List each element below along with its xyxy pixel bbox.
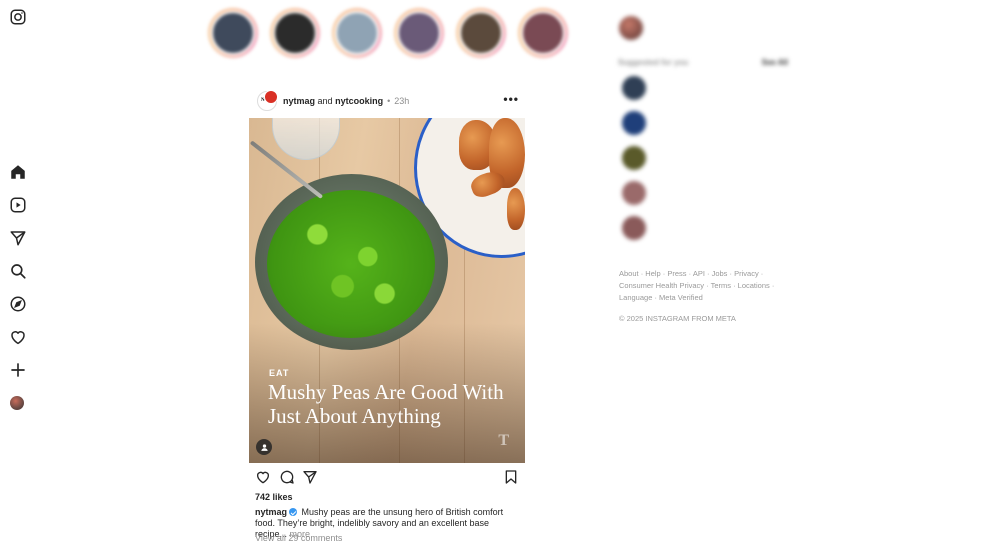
- story-item[interactable]: [517, 8, 568, 74]
- post-author-avatar[interactable]: NYT: [257, 90, 278, 111]
- story-avatar: [458, 11, 503, 55]
- like-count[interactable]: 742 likes: [255, 492, 293, 502]
- copyright-text: © 2025 INSTAGRAM FROM META: [619, 314, 736, 323]
- post-author-secondary[interactable]: nytcooking: [335, 96, 383, 106]
- suggestion-row: [618, 144, 794, 179]
- story-avatar: [272, 11, 317, 55]
- footer-link-consumer-health-privacy[interactable]: Consumer Health Privacy: [619, 281, 704, 290]
- post-author-primary[interactable]: nytmag: [283, 96, 315, 106]
- suggestion-avatar[interactable]: [622, 216, 646, 240]
- suggestions-title: Suggested for you: [618, 58, 689, 67]
- footer-link-terms[interactable]: Terms: [711, 281, 731, 290]
- suggestion-avatar[interactable]: [622, 111, 646, 135]
- home-icon[interactable]: [9, 163, 27, 181]
- story-avatar: [396, 11, 441, 55]
- create-icon[interactable]: [9, 361, 27, 379]
- post-actions: [255, 469, 519, 487]
- footer-link-locations[interactable]: Locations: [738, 281, 770, 290]
- user-tag-icon[interactable]: [256, 439, 272, 455]
- image-kicker: EAT: [269, 368, 290, 378]
- post-image[interactable]: EAT Mushy Peas Are Good With Just About …: [249, 118, 525, 463]
- post-timestamp[interactable]: 23h: [394, 96, 409, 106]
- suggestion-row: [618, 109, 794, 144]
- explore-icon[interactable]: [9, 295, 27, 313]
- story-item[interactable]: [393, 8, 444, 74]
- suggestions-list: [618, 74, 794, 249]
- search-icon[interactable]: [9, 262, 27, 280]
- stories-row: [207, 8, 568, 74]
- post-separator: •: [387, 96, 391, 106]
- save-icon[interactable]: [503, 469, 519, 485]
- reels-icon[interactable]: [9, 196, 27, 214]
- notifications-icon[interactable]: [9, 328, 27, 346]
- suggestion-avatar[interactable]: [622, 181, 646, 205]
- more-options-icon[interactable]: •••: [503, 92, 519, 106]
- suggestion-row: [618, 179, 794, 214]
- view-comments-link[interactable]: View all 29 comments: [255, 533, 342, 543]
- messages-icon[interactable]: [9, 229, 27, 247]
- mushy-peas-illustration: [267, 190, 435, 338]
- story-avatar: [334, 11, 379, 55]
- footer-links: About · Help · Press · API · Jobs · Priv…: [619, 269, 775, 302]
- footer-link-jobs[interactable]: Jobs: [712, 269, 728, 278]
- verified-badge-icon: [289, 508, 298, 516]
- post-authors: nytmag and nytcooking: [283, 96, 383, 106]
- current-user-row: [618, 14, 794, 44]
- story-item[interactable]: [455, 8, 506, 74]
- post-header: NYT nytmag and nytcooking • 23h •••: [257, 90, 525, 112]
- comment-icon[interactable]: [279, 469, 295, 485]
- footer-link-api[interactable]: API: [693, 269, 705, 278]
- suggestion-row: [618, 74, 794, 109]
- story-item[interactable]: [331, 8, 382, 74]
- image-headline: Mushy Peas Are Good With Just About Anyt…: [268, 380, 504, 428]
- footer-link-language[interactable]: Language: [619, 293, 652, 302]
- post-author-joiner: and: [317, 96, 333, 106]
- footer-link-press[interactable]: Press: [667, 269, 686, 278]
- suggestion-avatar[interactable]: [622, 146, 646, 170]
- share-icon[interactable]: [302, 469, 318, 485]
- story-avatar: [520, 11, 565, 55]
- right-sidebar: Suggested for you See All: [618, 14, 794, 249]
- suggestion-avatar[interactable]: [622, 76, 646, 100]
- like-icon[interactable]: [255, 469, 271, 485]
- suggestion-row: [618, 214, 794, 249]
- current-user-avatar[interactable]: [619, 16, 643, 40]
- story-item[interactable]: [207, 8, 258, 74]
- see-all-link[interactable]: See All: [762, 58, 788, 67]
- glass-illustration: [272, 118, 340, 160]
- footer-link-about[interactable]: About: [619, 269, 639, 278]
- footer-link-meta-verified[interactable]: Meta Verified: [659, 293, 703, 302]
- nyt-watermark-logo: T: [498, 432, 509, 449]
- left-nav: [0, 0, 34, 546]
- footer-link-privacy[interactable]: Privacy: [734, 269, 759, 278]
- story-avatar: [210, 11, 255, 55]
- profile-avatar[interactable]: [10, 396, 24, 410]
- instagram-logo-icon[interactable]: [9, 8, 27, 26]
- suggestions-header: Suggested for you See All: [618, 58, 794, 72]
- footer-link-help[interactable]: Help: [645, 269, 660, 278]
- story-item[interactable]: [269, 8, 320, 74]
- caption-username[interactable]: nytmag: [255, 507, 287, 517]
